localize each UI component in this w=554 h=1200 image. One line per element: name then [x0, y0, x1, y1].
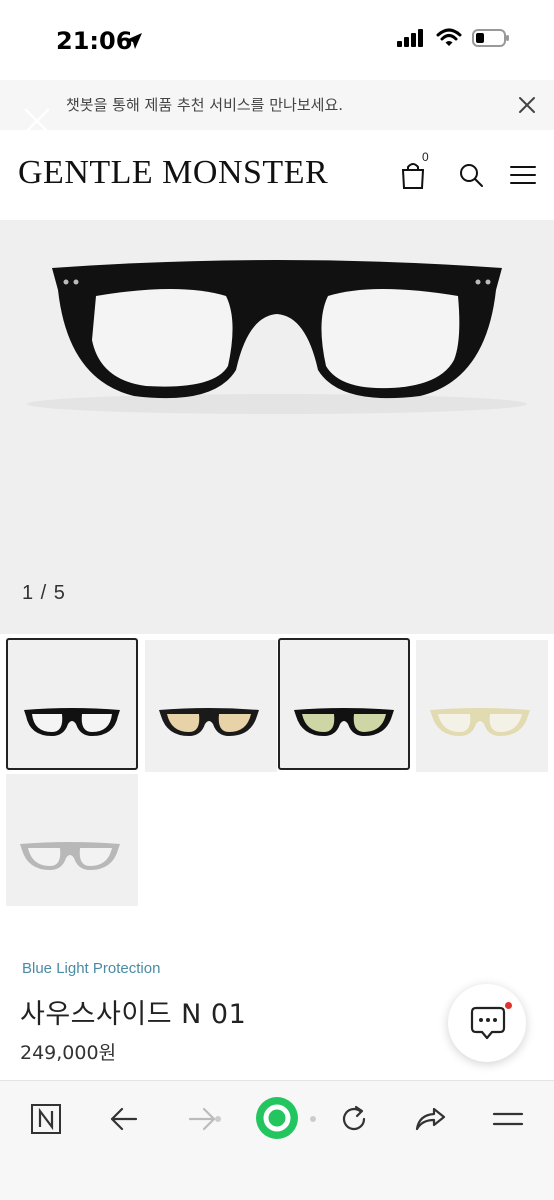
shopping-bag-icon[interactable] — [398, 160, 428, 190]
chat-notification-badge — [505, 1002, 512, 1009]
green-dot-button-icon[interactable] — [254, 1095, 300, 1141]
hamburger-icon[interactable] — [508, 160, 538, 190]
thumbnail-2[interactable] — [145, 640, 277, 772]
page-indicator-dot — [215, 1116, 221, 1122]
back-arrow-icon[interactable] — [106, 1101, 142, 1137]
chat-button[interactable] — [448, 984, 526, 1062]
thumbnail-glasses — [24, 708, 120, 736]
thumbnail-5[interactable] — [6, 774, 138, 906]
thumbnail-1[interactable] — [6, 638, 138, 770]
wifi-icon — [436, 28, 462, 46]
refresh-icon[interactable] — [336, 1101, 372, 1137]
battery-icon — [472, 29, 509, 47]
product-image-gallery[interactable]: 1 / 5 — [0, 220, 554, 634]
brand-logo[interactable]: GENTLE MONSTER — [18, 154, 328, 192]
thumbnail-3[interactable] — [278, 638, 410, 770]
signal-icon — [397, 29, 423, 47]
browser-toolbar — [0, 1080, 554, 1200]
product-name: 사우스사이드 N 01 — [20, 999, 247, 1030]
cart-count: 0 — [422, 150, 429, 164]
thumbnail-glasses — [20, 842, 120, 870]
thumbnail-glasses — [430, 708, 530, 736]
page-indicator-dot — [310, 1116, 316, 1122]
product-price: 249,000원 — [20, 1042, 117, 1064]
location-arrow-icon — [126, 33, 142, 49]
status-indicators — [396, 28, 510, 48]
status-bar: 21:06 — [0, 0, 554, 80]
menu-icon[interactable] — [490, 1101, 526, 1137]
search-icon[interactable] — [456, 160, 486, 190]
thumbnail-4[interactable] — [416, 640, 548, 772]
chat-bubble-icon — [470, 1006, 506, 1040]
naver-home-icon[interactable] — [28, 1101, 64, 1137]
product-category[interactable]: Blue Light Protection — [22, 960, 160, 977]
image-counter: 1 / 5 — [22, 582, 66, 604]
banner-close-icon[interactable] — [516, 94, 538, 116]
thumbnail-glasses — [294, 708, 394, 736]
site-header: GENTLE MONSTER 0 — [0, 130, 554, 220]
thumbnail-glasses — [159, 708, 259, 736]
chatbot-banner[interactable]: 챗봇을 통해 제품 추천 서비스를 만나보세요. — [0, 80, 554, 130]
glasses-image — [27, 260, 527, 414]
status-time: 21:06 — [56, 27, 133, 55]
share-icon[interactable] — [412, 1101, 448, 1137]
close-icon[interactable] — [20, 104, 54, 138]
banner-text: 챗봇을 통해 제품 추천 서비스를 만나보세요. — [66, 96, 344, 114]
